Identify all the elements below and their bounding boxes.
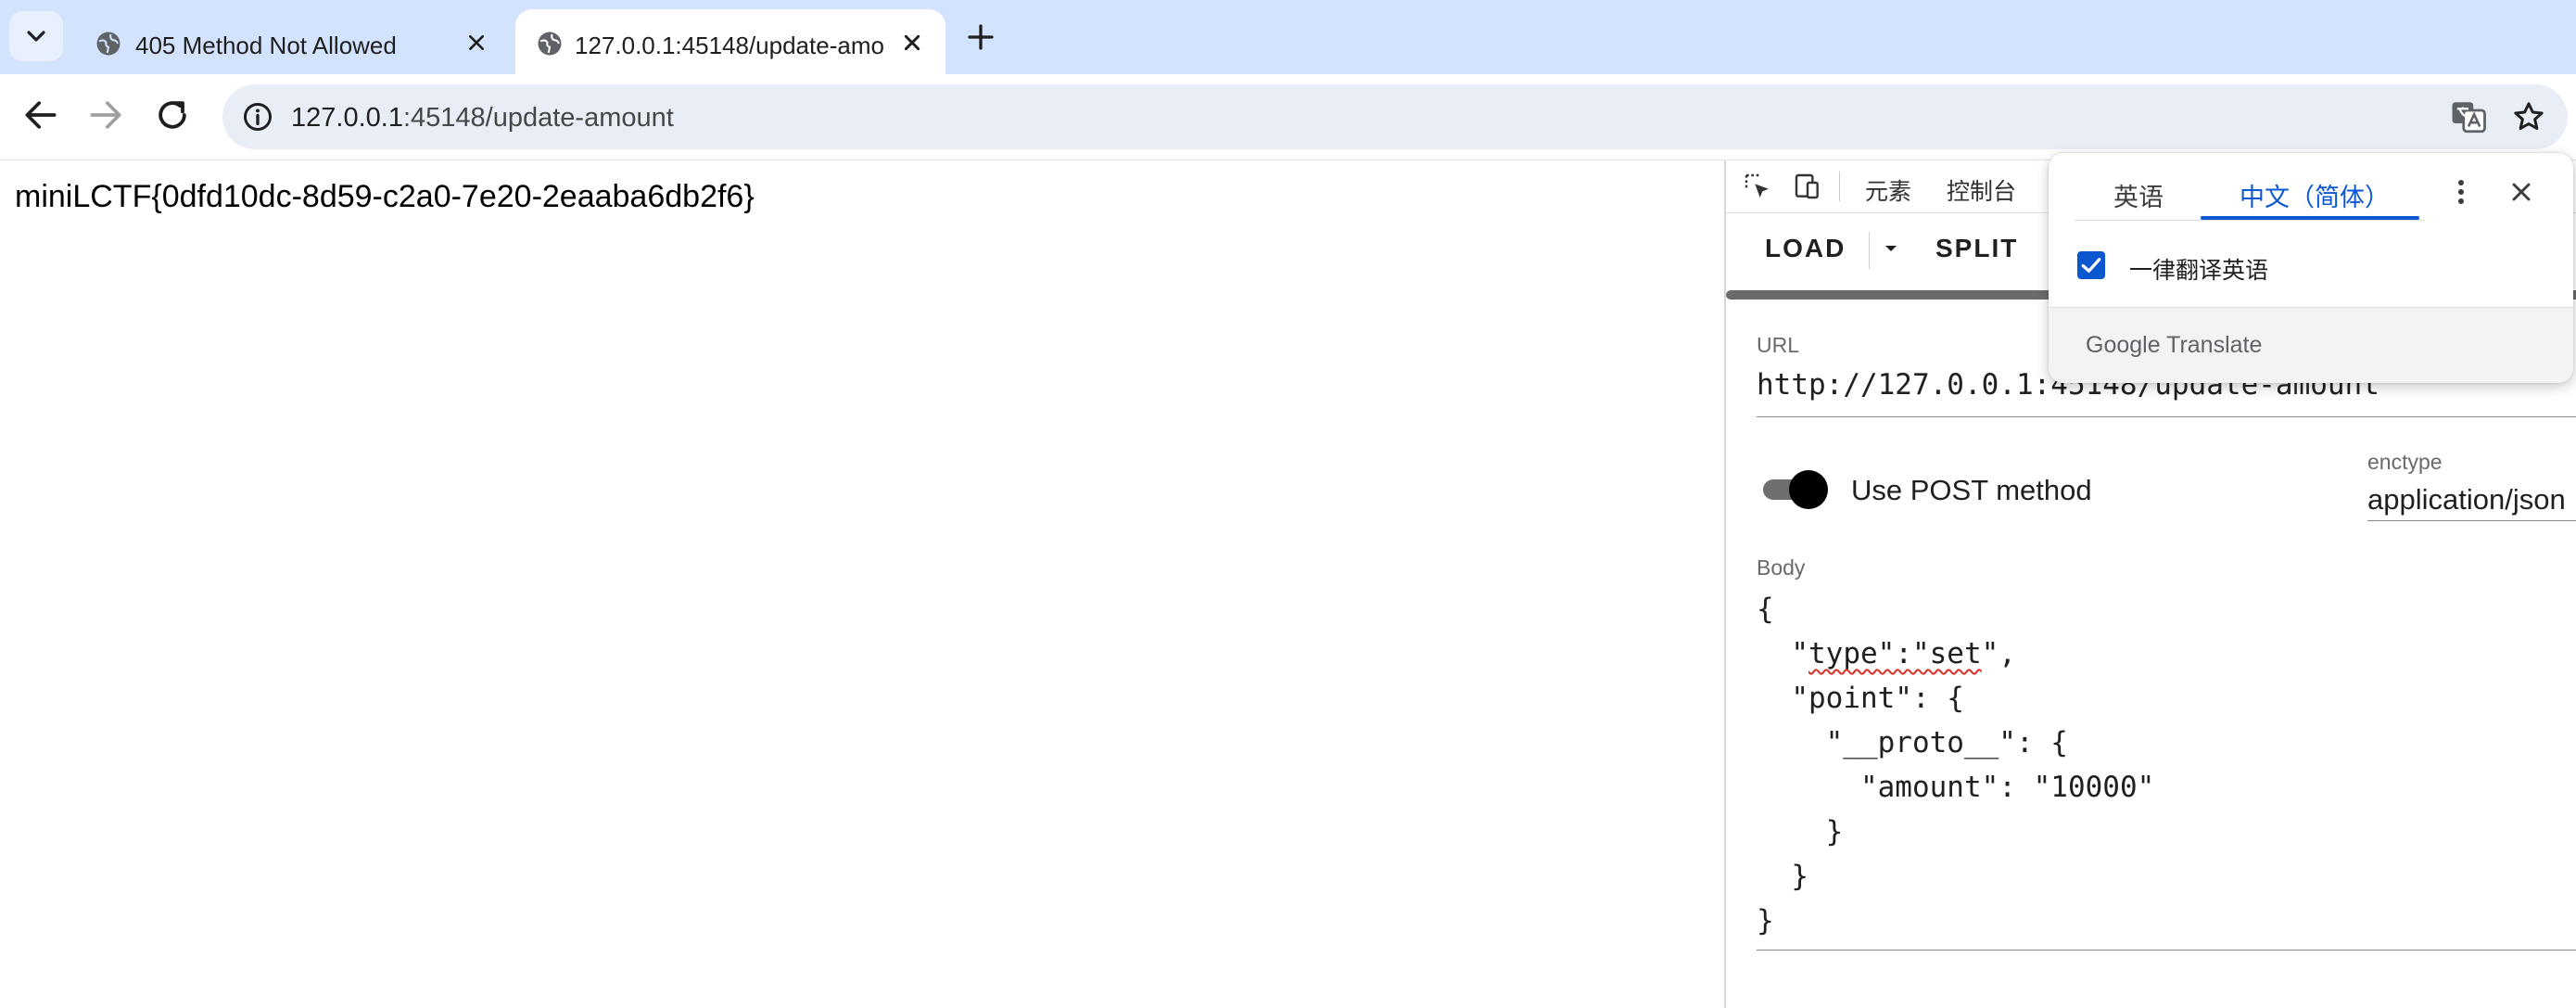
address-path: :45148/update-amount — [402, 103, 674, 133]
body-line: } — [1757, 904, 1774, 938]
address-bar[interactable]: 127.0.0.1:45148/update-amount — [222, 84, 2568, 149]
url-label: URL — [1757, 333, 1800, 357]
page-content: miniLCTF{0dfd10dc-8d59-c2a0-7e20-2eaaba6… — [0, 160, 1724, 1008]
always-translate-label: 一律翻译英语 — [2129, 258, 2269, 284]
tabs-divider — [2075, 220, 2425, 221]
globe-icon — [96, 32, 121, 56]
tab-title: 127.0.0.1:45148/update-amou — [575, 32, 885, 59]
reload-icon[interactable] — [152, 95, 193, 135]
body-textarea[interactable]: { "type":"set", "point": { "__proto__": … — [1757, 587, 2154, 943]
close-icon[interactable] — [462, 28, 491, 57]
browser-toolbar: 127.0.0.1:45148/update-amount — [0, 74, 2576, 160]
translate-icon[interactable] — [2449, 97, 2488, 136]
body-line: } — [1791, 860, 1808, 893]
dropdown-caret-icon[interactable] — [1882, 239, 1900, 258]
close-icon[interactable] — [897, 28, 927, 57]
enctype-underline — [2367, 520, 2576, 521]
translate-popup: 英语 中文（简体） 一律翻译英语 Google Translate — [2049, 153, 2573, 383]
tab-console[interactable]: 控制台 — [1947, 173, 2016, 207]
source-language-tab[interactable]: 英语 — [2113, 177, 2164, 213]
more-vert-icon[interactable] — [2447, 175, 2475, 209]
tab-update-amount[interactable]: 127.0.0.1:45148/update-amou — [515, 9, 945, 74]
tab-405[interactable]: 405 Method Not Allowed — [74, 9, 510, 74]
active-tab-indicator — [2201, 216, 2419, 220]
star-icon[interactable] — [2510, 98, 2547, 135]
globe-icon — [538, 32, 562, 56]
url-underline — [1757, 416, 2576, 417]
enctype-label: enctype — [2367, 450, 2443, 474]
split-button[interactable]: SPLIT — [1935, 234, 2018, 263]
body-line: { — [1757, 593, 1774, 626]
body-line: } — [1825, 815, 1844, 849]
address-host: 127.0.0.1 — [291, 103, 403, 133]
address-text[interactable]: 127.0.0.1:45148/update-amount — [291, 103, 674, 134]
flag-text: miniLCTF{0dfd10dc-8d59-c2a0-7e20-2eaaba6… — [15, 179, 755, 214]
body-label: Body — [1757, 555, 1806, 580]
close-icon[interactable] — [2506, 177, 2536, 207]
tab-title: 405 Method Not Allowed — [135, 32, 397, 59]
toolbar-divider — [1869, 232, 1870, 269]
target-language-tab[interactable]: 中文（简体） — [2240, 177, 2390, 213]
tab-elements[interactable]: 元素 — [1865, 173, 1911, 207]
devtools-separator — [1839, 172, 1840, 201]
checkmark-icon — [2081, 258, 2101, 273]
google-translate-label: Google Translate — [2086, 332, 2263, 358]
body-line: "__proto__": { — [1825, 726, 2068, 759]
post-method-toggle[interactable] — [1758, 470, 1828, 509]
device-toolbar-icon[interactable] — [1793, 172, 1822, 201]
popup-footer: Google Translate — [2049, 307, 2573, 383]
body-underline — [1757, 950, 2576, 951]
chevron-down-icon — [27, 31, 45, 42]
plus-icon[interactable] — [964, 20, 997, 54]
back-arrow-icon[interactable] — [20, 95, 61, 135]
body-line: "point": { — [1791, 682, 1964, 715]
toggle-knob — [1789, 470, 1828, 509]
body-line: "type":"set", — [1791, 637, 2016, 670]
tab-strip: 405 Method Not Allowed 127.0.0.1:45148/u… — [0, 0, 2576, 74]
tab-search-button[interactable] — [9, 11, 63, 61]
spellcheck-underline: type":"set — [1808, 637, 1982, 670]
always-translate-checkbox[interactable] — [2077, 251, 2105, 279]
post-method-label: Use POST method — [1851, 474, 2092, 506]
enctype-select[interactable]: application/json — [2367, 483, 2566, 517]
load-button[interactable]: LOAD — [1765, 234, 1846, 263]
body-line: "amount": "10000" — [1859, 771, 2155, 804]
forward-arrow-icon[interactable] — [85, 95, 126, 135]
site-info-icon[interactable] — [241, 100, 274, 134]
inspect-icon[interactable] — [1743, 172, 1772, 201]
